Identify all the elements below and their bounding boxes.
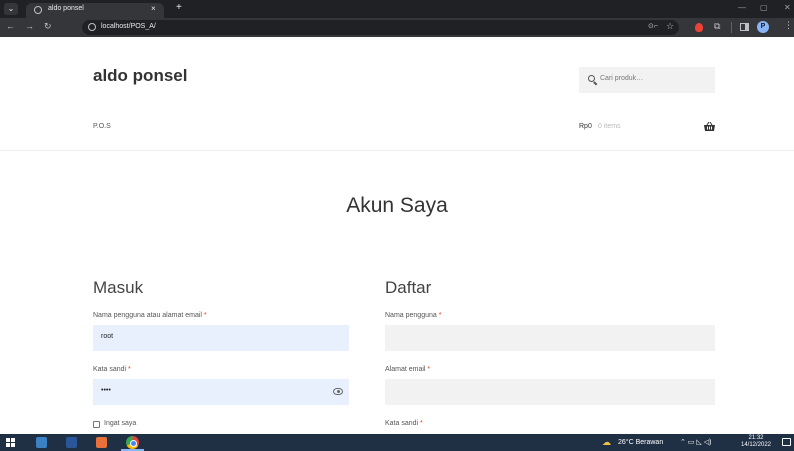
close-window-icon[interactable]: ✕ bbox=[784, 3, 791, 12]
register-email-label-text: Alamat email bbox=[385, 366, 426, 373]
url-text[interactable]: localhost/POS_A/ bbox=[101, 23, 156, 30]
login-username-input[interactable]: root bbox=[93, 325, 349, 351]
browser-toolbar: ← → ↻ localhost/POS_A/ ⊙⌐ ☆ ⧉ P ⋮ bbox=[0, 18, 794, 37]
forward-icon[interactable]: → bbox=[25, 21, 34, 31]
browser-tab[interactable]: aldo ponsel × bbox=[26, 3, 164, 18]
tab-title: aldo ponsel bbox=[48, 5, 84, 12]
required-mark: * bbox=[438, 312, 442, 319]
restore-icon[interactable]: ▢ bbox=[760, 3, 768, 12]
login-password-label-text: Kata sandi bbox=[93, 366, 127, 373]
header-divider bbox=[0, 150, 794, 151]
windows-taskbar: ☁ 26°C Berawan ⌃ ▭ ◺ ◁) 21:32 14/12/2022 bbox=[0, 434, 794, 451]
clock-time: 21:32 bbox=[748, 435, 764, 441]
basket-icon[interactable] bbox=[704, 122, 715, 131]
tab-close-button[interactable]: × bbox=[151, 4, 156, 13]
xampp-icon[interactable] bbox=[96, 437, 107, 448]
register-email-input[interactable] bbox=[385, 379, 715, 405]
register-username-input[interactable] bbox=[385, 325, 715, 351]
back-icon[interactable]: ← bbox=[6, 21, 15, 31]
file-explorer-icon[interactable] bbox=[36, 437, 47, 448]
more-menu-icon[interactable]: ⋮ bbox=[784, 20, 793, 31]
cart-total[interactable]: Rp0 bbox=[579, 123, 592, 130]
reload-icon[interactable]: ↻ bbox=[44, 21, 52, 32]
login-username-label-text: Nama pengguna atau alamat email bbox=[93, 312, 202, 319]
product-search-field[interactable]: Cari produk… bbox=[579, 67, 715, 93]
tab-search-button[interactable]: ⌄ bbox=[4, 3, 18, 15]
required-mark: * bbox=[427, 366, 431, 373]
nav-link-pos[interactable]: P.O.S bbox=[93, 123, 111, 130]
cart-count[interactable]: 0 items bbox=[598, 123, 621, 130]
system-tray-icons[interactable]: ⌃ ▭ ◺ ◁) bbox=[680, 438, 711, 446]
login-title: Masuk bbox=[93, 278, 144, 297]
required-mark: * bbox=[128, 366, 131, 373]
word-icon[interactable] bbox=[66, 437, 77, 448]
register-email-label: Alamat email * bbox=[385, 366, 430, 373]
weather-cloud-icon[interactable]: ☁ bbox=[602, 437, 611, 448]
site-info-icon[interactable] bbox=[88, 23, 96, 31]
register-username-label: Nama pengguna * bbox=[385, 312, 441, 319]
register-password-label: Kata sandi * bbox=[385, 420, 423, 427]
login-username-value[interactable]: root bbox=[101, 333, 113, 340]
show-password-eye-icon[interactable] bbox=[333, 388, 343, 395]
register-password-label-text: Kata sandi bbox=[385, 420, 419, 427]
login-password-value[interactable]: •••• bbox=[101, 387, 111, 394]
windows-start-icon[interactable] bbox=[6, 438, 15, 447]
register-title: Daftar bbox=[385, 278, 432, 297]
weather-text[interactable]: 26°C Berawan bbox=[618, 439, 663, 446]
login-password-label: Kata sandi * bbox=[93, 366, 131, 373]
required-mark: * bbox=[203, 312, 207, 319]
remember-me-label[interactable]: Ingat saya bbox=[104, 420, 136, 427]
profile-avatar[interactable]: P bbox=[757, 21, 769, 33]
taskbar-clock[interactable]: 21:32 14/12/2022 bbox=[738, 435, 774, 449]
login-password-input[interactable]: •••• bbox=[93, 379, 349, 405]
extensions-puzzle-icon[interactable]: ⧉ bbox=[714, 21, 720, 32]
page-title: Akun Saya bbox=[346, 194, 448, 217]
toolbar-divider bbox=[731, 22, 732, 33]
chrome-icon[interactable] bbox=[126, 436, 139, 449]
remember-me-checkbox[interactable] bbox=[93, 421, 100, 428]
bookmark-star-icon[interactable]: ☆ bbox=[666, 21, 674, 32]
globe-icon bbox=[34, 6, 42, 14]
login-username-label: Nama pengguna atau alamat email * bbox=[93, 312, 207, 319]
search-placeholder: Cari produk… bbox=[600, 75, 644, 82]
browser-tab-bar: ⌄ aldo ponsel × + — ▢ ✕ bbox=[0, 0, 794, 18]
search-icon bbox=[588, 75, 595, 82]
side-panel-icon[interactable] bbox=[740, 23, 749, 31]
password-key-icon[interactable]: ⊙⌐ bbox=[648, 22, 658, 30]
register-username-label-text: Nama pengguna bbox=[385, 312, 437, 319]
required-mark: * bbox=[420, 420, 423, 427]
minimize-icon[interactable]: — bbox=[738, 3, 746, 12]
site-title[interactable]: aldo ponsel bbox=[93, 66, 187, 86]
address-bar[interactable]: localhost/POS_A/ ⊙⌐ ☆ bbox=[82, 20, 679, 35]
clock-date: 14/12/2022 bbox=[740, 442, 772, 448]
extension-icon[interactable] bbox=[695, 23, 703, 32]
notification-icon[interactable] bbox=[782, 438, 791, 446]
new-tab-button[interactable]: + bbox=[176, 2, 182, 13]
